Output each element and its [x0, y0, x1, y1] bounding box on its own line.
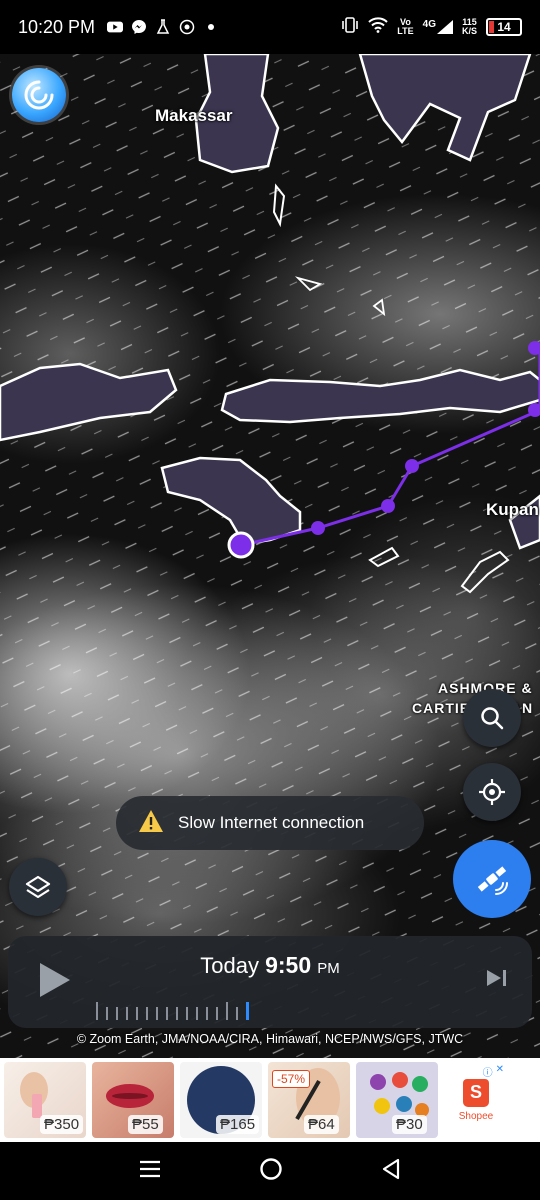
ad-close-icon[interactable]: ✕ — [496, 1064, 504, 1079]
home-button[interactable] — [259, 1157, 283, 1186]
shopee-logo[interactable]: ⓘ ✕ S Shopee — [444, 1062, 508, 1138]
timeline-tick[interactable] — [236, 1007, 238, 1020]
skip-end-icon — [487, 970, 506, 986]
shopee-name: Shopee — [458, 1110, 494, 1122]
place-label: Kupan — [486, 500, 539, 519]
back-icon — [382, 1158, 400, 1179]
youtube-icon — [107, 19, 124, 35]
wind-particles — [0, 54, 540, 1058]
ad-price: ₱30 — [392, 1115, 427, 1134]
volte-label: Vo LTE — [397, 17, 414, 36]
status-bar: 10:20 PM Vo LTE 4G 115 K/S 14 — [0, 0, 540, 54]
ad-item[interactable]: ₱165 — [180, 1062, 262, 1138]
ad-price: ₱55 — [128, 1115, 163, 1134]
satellite-button[interactable] — [453, 840, 531, 918]
timeline-time: Today 9:50 PM — [8, 952, 532, 979]
timeline-tick[interactable] — [216, 1007, 218, 1020]
layers-button[interactable] — [9, 858, 67, 916]
place-label: Makassar — [155, 106, 233, 125]
timeline-tick[interactable] — [126, 1007, 128, 1020]
timeline-tick[interactable] — [116, 1007, 118, 1020]
ad-item[interactable]: ₱30 — [356, 1062, 438, 1138]
timeline-tick[interactable] — [206, 1007, 208, 1020]
ad-banner[interactable]: ₱350 ₱55 ₱165 -57% ₱64 ₱30 ⓘ ✕ S Shopee — [0, 1058, 540, 1142]
slow-connection-toast: Slow Internet connection — [116, 796, 424, 850]
timeline-tick[interactable] — [156, 1007, 158, 1020]
back-button[interactable] — [381, 1158, 401, 1185]
timeline-tick[interactable] — [96, 1002, 98, 1020]
my-location-button[interactable] — [463, 763, 521, 821]
recents-icon — [140, 1160, 160, 1177]
track-point[interactable] — [405, 459, 419, 473]
track-point[interactable] — [311, 521, 325, 535]
timeline-tick[interactable] — [136, 1007, 138, 1020]
timeline-day: Today — [200, 953, 259, 978]
timeline-tick[interactable] — [196, 1007, 198, 1020]
signal-icon: 4G — [423, 20, 453, 34]
ad-info[interactable]: ⓘ ✕ — [483, 1064, 504, 1079]
timeline-tick[interactable] — [166, 1007, 168, 1020]
search-icon — [481, 707, 504, 730]
ad-choices-icon: ⓘ — [482, 1068, 493, 1079]
storm-current-position[interactable] — [227, 531, 255, 559]
app-screen: 10:20 PM Vo LTE 4G 115 K/S 14 Makassar K… — [0, 0, 540, 1200]
satellite-map[interactable]: Makassar Kupan ASHMORE & CARTIER ISLAN — [0, 54, 540, 1058]
status-time: 10:20 PM — [18, 16, 96, 37]
swirl-icon — [24, 80, 54, 110]
timeline-scrubber[interactable] — [96, 996, 249, 1020]
discount-badge: -57% — [272, 1070, 311, 1088]
ad-price: ₱350 — [40, 1115, 84, 1134]
timeline-tick[interactable] — [106, 1007, 108, 1020]
track-point[interactable] — [381, 499, 395, 513]
timeline-panel: Today 9:50 PM — [8, 936, 532, 1028]
ad-price: ₱165 — [216, 1115, 260, 1134]
toast-message: Slow Internet connection — [178, 813, 365, 832]
map-credits[interactable]: © Zoom Earth, JMA/NOAA/CIRA, Himawari, N… — [0, 1032, 540, 1046]
circle-app-icon — [179, 19, 195, 35]
timeline-tick[interactable] — [146, 1007, 148, 1020]
notification-dot-icon — [203, 19, 219, 35]
messenger-icon — [131, 19, 147, 35]
timeline-tick[interactable] — [176, 1007, 178, 1020]
home-icon — [260, 1157, 282, 1180]
timeline-current-tick[interactable] — [246, 1002, 249, 1020]
net-speed: 115 K/S — [461, 17, 477, 36]
wifi-icon — [368, 16, 388, 38]
warning-icon — [138, 809, 164, 838]
map-layer — [0, 54, 540, 1058]
search-button[interactable] — [463, 689, 521, 747]
timeline-tick[interactable] — [226, 1002, 228, 1020]
timeline-ampm: PM — [317, 960, 340, 977]
satellite-icon — [477, 866, 508, 895]
flask-icon — [155, 19, 171, 35]
shopee-bag-icon: S — [463, 1078, 489, 1107]
layers-icon — [25, 875, 51, 899]
ad-item[interactable]: -57% ₱64 — [268, 1062, 350, 1138]
zoom-earth-logo[interactable] — [12, 68, 66, 122]
ad-item[interactable]: ₱350 — [4, 1062, 86, 1138]
vibrate-icon — [341, 16, 359, 38]
ad-price: ₱64 — [304, 1115, 339, 1134]
ad-item[interactable]: ₱55 — [92, 1062, 174, 1138]
system-nav-bar — [0, 1142, 540, 1200]
recents-button[interactable] — [139, 1159, 161, 1184]
battery-indicator: 14 — [486, 18, 522, 36]
timeline-clock: 9:50 — [265, 952, 312, 978]
crosshair-icon — [479, 779, 505, 805]
timeline-tick[interactable] — [186, 1007, 188, 1020]
skip-to-end-button[interactable] — [486, 968, 508, 993]
